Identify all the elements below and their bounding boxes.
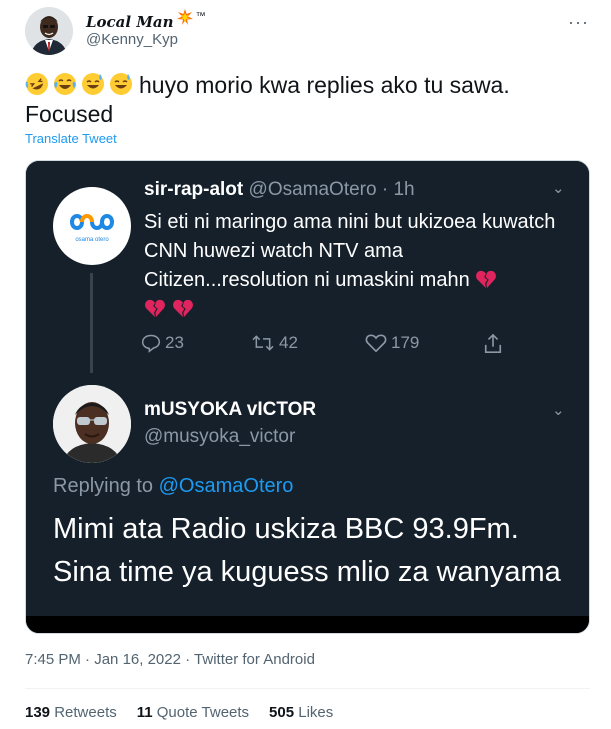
screenshot-dark-background: osama otero sir-rap-alot @OsamaOtero · 1… <box>26 161 589 616</box>
retweets-count: 139 <box>25 704 51 721</box>
share-icon <box>484 333 502 353</box>
quote-tweets-stat[interactable]: 11 Quote Tweets <box>137 704 249 721</box>
quotes-label: Quote Tweets <box>156 704 250 721</box>
first-tweet-header: sir-rap-alot @OsamaOtero · 1h <box>144 179 415 201</box>
retweet-action: 42 <box>251 333 298 353</box>
tweet: Local Man ™ @Kenny_Kyp ··· huyo morio kw… <box>0 0 611 729</box>
reply-tweet-name: mUSYOKA vICTOR <box>144 399 317 420</box>
first-tweet-text: Si eti ni maringo ama nini but ukizoea k… <box>144 208 564 324</box>
heart-icon <box>365 334 387 353</box>
replying-to-handle: @OsamaOtero <box>158 475 294 497</box>
likes-label: Likes <box>298 704 334 721</box>
replying-to-line: Replying to @OsamaOtero <box>53 475 293 498</box>
tweet-stats: 139 Retweets 11 Quote Tweets 505 Likes <box>25 704 333 721</box>
author-avatar[interactable] <box>25 7 73 55</box>
like-action: 179 <box>365 333 419 353</box>
meta-separator: · <box>185 651 195 668</box>
replying-to-prefix: Replying to <box>53 475 154 497</box>
collision-icon <box>176 9 193 30</box>
grinning-face-with-sweat-icon <box>82 73 104 95</box>
chevron-down-icon: ⌄ <box>552 402 565 419</box>
face-with-tears-of-joy-icon <box>54 73 76 95</box>
thread-connector-line <box>90 273 93 373</box>
divider <box>25 688 590 689</box>
rolling-on-floor-laughing-icon <box>25 73 48 95</box>
translate-tweet-link[interactable]: Translate Tweet <box>25 131 117 146</box>
reply-tweet-handle: @musyoka_victor <box>144 426 296 447</box>
reply-tweet-text: Mimi ata Radio uskiza BBC 93.9Fm. Sina t… <box>53 508 583 594</box>
like-count: 179 <box>391 333 420 352</box>
broken-heart-icon <box>172 299 193 318</box>
reply-action: 23 <box>141 333 184 353</box>
screenshot-bottom-bar <box>26 616 589 633</box>
emoji-group <box>25 72 133 96</box>
reply-count: 23 <box>165 333 184 352</box>
tweet-text-line2: Focused <box>25 101 114 127</box>
first-tweet-name: sir-rap-alot <box>144 179 244 200</box>
osama-otero-avatar: osama otero <box>53 187 131 265</box>
infinity-logo-icon <box>70 214 114 230</box>
retweet-icon <box>252 335 274 351</box>
retweet-count: 42 <box>279 333 298 352</box>
share-action <box>483 333 503 355</box>
reply-tweet-text-line2: Sina time ya kuguess mlio za wanyama <box>53 556 561 588</box>
reply-tweet-text-line1: Mimi ata Radio uskiza BBC 93.9Fm. <box>53 513 519 545</box>
first-tweet-handle-time: @OsamaOtero · 1h <box>248 179 415 200</box>
author-handle[interactable]: @Kenny_Kyp <box>86 31 178 48</box>
chevron-down-icon: ⌄ <box>552 180 565 197</box>
trademark-symbol: ™ <box>195 11 206 22</box>
more-options-icon[interactable]: ··· <box>568 12 589 33</box>
likes-count: 505 <box>269 704 295 721</box>
first-tweet-actions: 23 42 179 <box>141 333 521 361</box>
author-name-row[interactable]: Local Man ™ <box>86 9 206 32</box>
tweet-media-image[interactable]: osama otero sir-rap-alot @OsamaOtero · 1… <box>25 160 590 634</box>
tweet-text: huyo morio kwa replies ako tu sawa. Focu… <box>25 71 585 129</box>
retweets-stat[interactable]: 139 Retweets <box>25 704 117 721</box>
tweet-time[interactable]: 7:45 PM <box>25 651 81 668</box>
meta-separator: · <box>85 651 95 668</box>
tweet-text-line1: huyo morio kwa replies ako tu sawa. <box>139 72 510 98</box>
tweet-metadata: 7:45 PM · Jan 16, 2022 · Twitter for And… <box>25 651 315 668</box>
author-display-name[interactable]: Local Man <box>86 13 174 31</box>
retweets-label: Retweets <box>54 704 117 721</box>
grinning-face-with-sweat-icon <box>110 73 132 95</box>
tweet-date[interactable]: Jan 16, 2022 <box>94 651 181 668</box>
quotes-count: 11 <box>136 704 153 721</box>
musyoka-victor-avatar <box>53 385 131 463</box>
tweet-source[interactable]: Twitter for Android <box>194 651 315 668</box>
broken-heart-icon <box>476 270 497 289</box>
osama-otero-logo-text: osama otero <box>75 237 109 243</box>
broken-heart-icon <box>145 299 165 318</box>
reply-icon <box>141 334 161 353</box>
likes-stat[interactable]: 505 Likes <box>269 704 333 721</box>
